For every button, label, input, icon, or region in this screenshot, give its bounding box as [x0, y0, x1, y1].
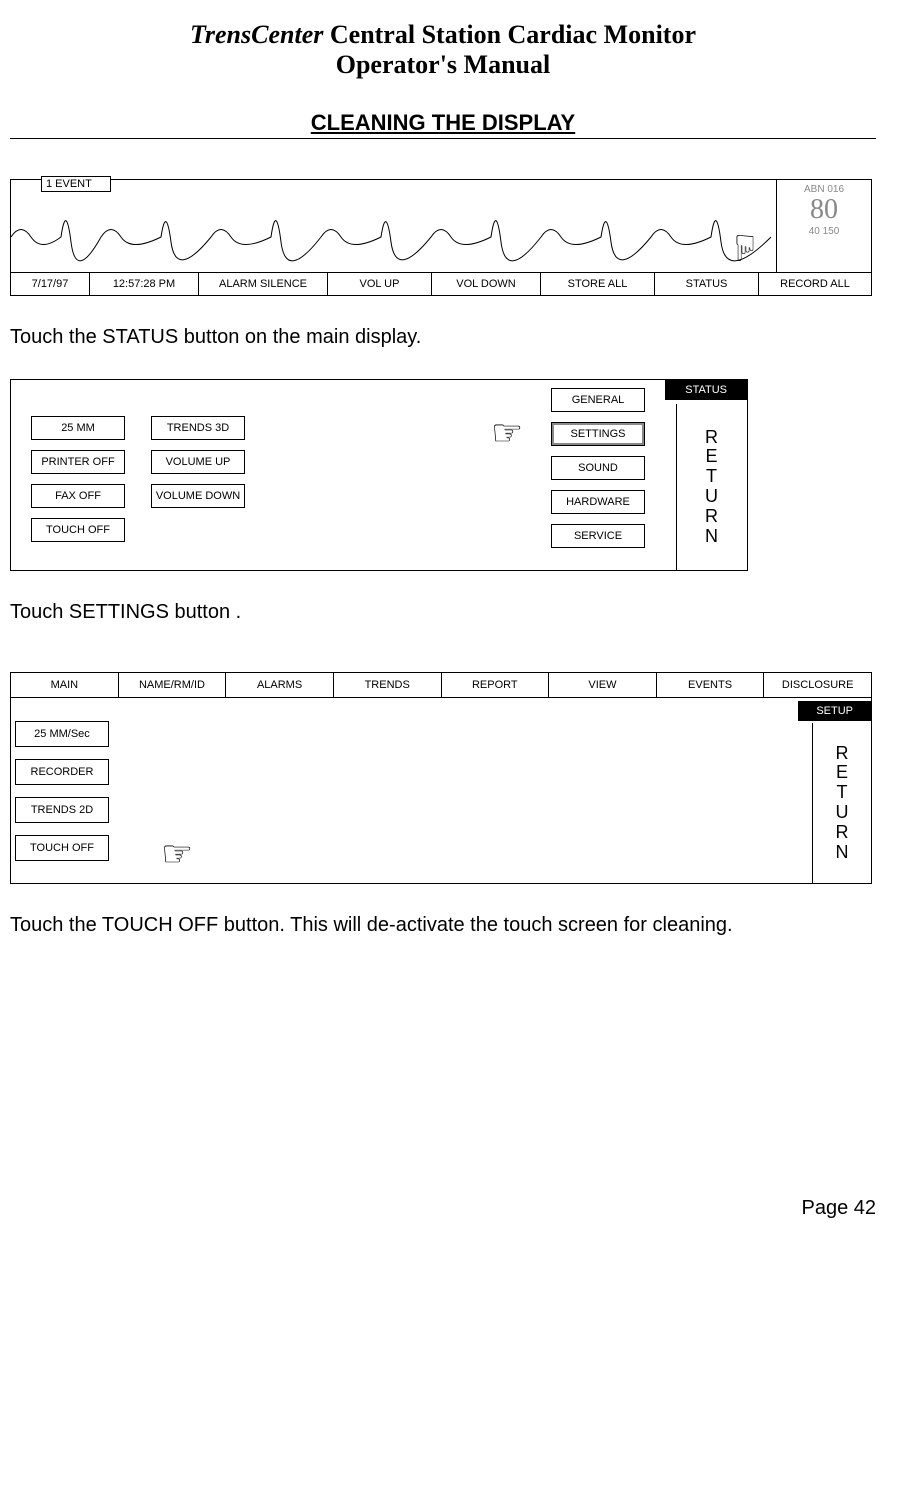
name-rm-id-tab[interactable]: NAME/RM/ID: [119, 673, 227, 697]
trends-tab[interactable]: TRENDS: [334, 673, 442, 697]
pointing-hand-icon: ☞: [161, 833, 193, 875]
trends-2d-button[interactable]: TRENDS 2D: [15, 797, 109, 823]
volume-up-button[interactable]: VOLUME UP: [151, 450, 245, 474]
vol-down-button[interactable]: VOL DOWN: [432, 273, 541, 295]
general-button[interactable]: GENERAL: [551, 388, 645, 412]
date-cell: 7/17/97: [11, 273, 90, 295]
pointing-hand-icon: ☞: [491, 412, 523, 454]
record-all-button[interactable]: RECORD ALL: [759, 273, 871, 295]
vol-up-button[interactable]: VOL UP: [328, 273, 432, 295]
event-label: 1 EVENT: [41, 176, 111, 192]
printer-off-button[interactable]: PRINTER OFF: [31, 450, 125, 474]
disclosure-tab[interactable]: DISCLOSURE: [764, 673, 871, 697]
figure-status-panel: STATUS RETURN 25 MM PRINTER OFF FAX OFF …: [10, 379, 748, 571]
main-tab[interactable]: MAIN: [11, 673, 119, 697]
main-bottom-bar: 7/17/97 12:57:28 PM ALARM SILENCE VOL UP…: [11, 272, 871, 295]
hr-line2: 40 150: [777, 226, 871, 237]
hr-value: 80: [777, 195, 871, 226]
page-number: Page 42: [10, 1197, 876, 1220]
touch-off-button[interactable]: TOUCH OFF: [31, 518, 125, 542]
instruction-2: Touch SETTINGS button .: [10, 601, 876, 624]
service-button[interactable]: SERVICE: [551, 524, 645, 548]
report-tab[interactable]: REPORT: [442, 673, 550, 697]
subtitle: Operator's Manual: [336, 50, 551, 79]
status-button[interactable]: STATUS: [655, 273, 759, 295]
ecg-waveform: [11, 192, 771, 272]
figure-main-display: 1 EVENT ☞ ABN 016 80 40 150 7/17/97 12:5…: [10, 179, 872, 296]
volume-down-button[interactable]: VOLUME DOWN: [151, 484, 245, 508]
figure-setup-panel: MAIN NAME/RM/ID ALARMS TRENDS REPORT VIE…: [10, 672, 872, 884]
25mm-sec-button[interactable]: 25 MM/Sec: [15, 721, 109, 747]
hr-box: ABN 016 80 40 150: [776, 180, 871, 273]
25mm-button[interactable]: 25 MM: [31, 416, 125, 440]
section-title: CLEANING THE DISPLAY: [10, 110, 876, 139]
alarm-silence-button[interactable]: ALARM SILENCE: [199, 273, 328, 295]
pointing-hand-icon: ☞: [724, 232, 766, 264]
events-tab[interactable]: EVENTS: [657, 673, 765, 697]
instruction-3: Touch the TOUCH OFF button. This will de…: [10, 914, 876, 937]
settings-button[interactable]: SETTINGS: [551, 422, 645, 446]
hardware-button[interactable]: HARDWARE: [551, 490, 645, 514]
sound-button[interactable]: SOUND: [551, 456, 645, 480]
recorder-button[interactable]: RECORDER: [15, 759, 109, 785]
view-tab[interactable]: VIEW: [549, 673, 657, 697]
title-rest: Central Station Cardiac Monitor: [323, 20, 696, 49]
return-button[interactable]: RETURN: [812, 723, 871, 883]
touch-off-button[interactable]: TOUCH OFF: [15, 835, 109, 861]
alarms-tab[interactable]: ALARMS: [226, 673, 334, 697]
brand-name: TrensCenter: [190, 20, 323, 49]
time-cell: 12:57:28 PM: [90, 273, 199, 295]
store-all-button[interactable]: STORE ALL: [541, 273, 655, 295]
fax-off-button[interactable]: FAX OFF: [31, 484, 125, 508]
instruction-1: Touch the STATUS button on the main disp…: [10, 326, 876, 349]
top-menu-bar: MAIN NAME/RM/ID ALARMS TRENDS REPORT VIE…: [11, 673, 871, 698]
trends-3d-button[interactable]: TRENDS 3D: [151, 416, 245, 440]
page-header: TrensCenter Central Station Cardiac Moni…: [10, 20, 876, 80]
setup-header: SETUP: [798, 701, 871, 721]
return-button[interactable]: RETURN: [676, 404, 747, 570]
status-header: STATUS: [665, 380, 747, 400]
